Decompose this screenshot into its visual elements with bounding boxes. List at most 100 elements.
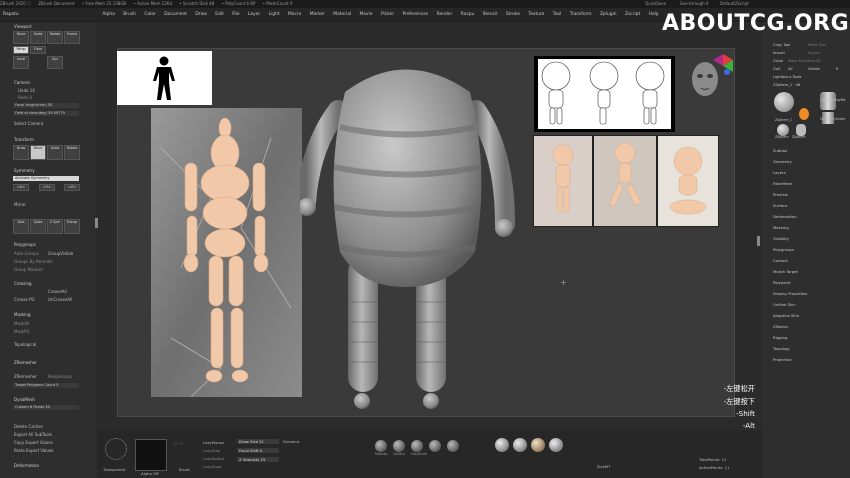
axis-gizmo[interactable]: [709, 52, 737, 78]
menu-subtool[interactable]: Subtool: [773, 148, 787, 153]
left-tray-scrollbar[interactable]: [95, 218, 98, 228]
material-sphere[interactable]: [447, 440, 459, 452]
menu-tool[interactable]: Tool: [553, 8, 562, 21]
menu-render[interactable]: Render: [437, 8, 453, 21]
menu-projection[interactable]: Projection: [773, 357, 792, 362]
section-transform[interactable]: Transform: [14, 137, 34, 142]
lazyradius-slider[interactable]: LazyRadius: [203, 456, 224, 461]
menu-topology[interactable]: Topology: [773, 346, 790, 351]
material-sphere[interactable]: [495, 438, 509, 452]
scale-button[interactable]: Scale: [30, 31, 46, 44]
menu-raspu[interactable]: Raspu: [461, 8, 475, 21]
menu-display-properties[interactable]: Display Properties: [773, 291, 807, 296]
transp-button[interactable]: Transp: [64, 219, 80, 234]
keep-groups-toggle[interactable]: KeepGroups: [48, 374, 72, 379]
focal-length-slider[interactable]: Focal length(mm) 50: [13, 103, 79, 108]
zsphere-thumb[interactable]: [774, 92, 794, 112]
menu-layer[interactable]: Layer: [248, 8, 260, 21]
all-button[interactable]: All: [788, 67, 792, 71]
section-zremesher[interactable]: ZRemesher: [14, 360, 37, 365]
section-deformation[interactable]: Deformation: [14, 463, 39, 468]
mask-pg-button[interactable]: MaskPG: [14, 329, 30, 334]
menu-color[interactable]: Color: [144, 8, 155, 21]
section-creasing[interactable]: Creasing: [14, 281, 32, 286]
group-visible-button[interactable]: GroupVisible: [48, 251, 73, 256]
uncrease-all-button[interactable]: UnCreaseAll: [48, 297, 72, 302]
menu-texture[interactable]: Texture: [528, 8, 544, 21]
undo-button[interactable]: Undo 14: [18, 88, 35, 93]
solo-button[interactable]: Solo: [13, 219, 29, 234]
menu-picker[interactable]: Picker: [381, 8, 394, 21]
z-intensity-slider[interactable]: Z Intensity 25: [237, 457, 279, 462]
group-masked-button[interactable]: Group Masked: [14, 267, 43, 272]
field-of-view-slider[interactable]: Field of view(deg) 39.59775: [13, 111, 79, 116]
lazymouse-toggle[interactable]: LazyMouse: [203, 440, 224, 445]
delete-caches-button[interactable]: Delete Caches: [14, 424, 43, 429]
alpha-thumbnail[interactable]: [135, 439, 167, 471]
section-symmetry[interactable]: Symmetry: [14, 168, 35, 173]
visible-button[interactable]: Visible: [808, 67, 820, 71]
mirror-button[interactable]: Mirror: [14, 202, 26, 207]
section-camera[interactable]: Camera: [14, 80, 30, 85]
menu-visibility[interactable]: Visibility: [773, 236, 789, 241]
section-viewport[interactable]: Viewport: [14, 24, 32, 29]
menu-stroke[interactable]: Stroke: [506, 8, 520, 21]
crease-all-button[interactable]: CreaseAll: [48, 289, 67, 294]
quicksave-button[interactable]: QuickSave: [645, 0, 666, 8]
transform-scale-button[interactable]: Scale: [47, 145, 63, 160]
material-sphere[interactable]: [531, 438, 545, 452]
right-tray-scrollbar[interactable]: [757, 236, 760, 246]
custom-points-slider[interactable]: Custom 6 Points 30: [13, 405, 79, 410]
left-menu-label[interactable]: Rapatu: [0, 8, 101, 21]
menu-surface[interactable]: Surface: [773, 203, 787, 208]
export-all-subtools-button[interactable]: Export All SubTools: [14, 432, 52, 437]
persp-button[interactable]: Persp: [13, 46, 29, 54]
menu-polypaint[interactable]: Polypaint: [773, 280, 790, 285]
lazysnap-slider[interactable]: LazySnap: [203, 464, 221, 469]
xsym-button[interactable]: X Sym: [47, 219, 63, 234]
menu-help[interactable]: Help: [649, 8, 659, 21]
paste-tool-button[interactable]: Paste Tool: [808, 43, 826, 47]
material-sphere[interactable]: [513, 438, 527, 452]
qube-button[interactable]: Qube: [30, 219, 46, 234]
menu-light[interactable]: Light: [269, 8, 280, 21]
r-button[interactable]: R: [836, 67, 839, 71]
sym-x-button[interactable]: >X<: [13, 184, 29, 191]
frame-button[interactable]: Frame: [64, 31, 80, 44]
menu-draw[interactable]: Draw: [195, 8, 206, 21]
paste-export-values-button[interactable]: Paste Export Values: [14, 448, 54, 453]
menu-geometry[interactable]: Geometry: [773, 159, 792, 164]
menu-transform[interactable]: Transform: [570, 8, 592, 21]
groups-by-normals-button[interactable]: Groups By Normals: [14, 259, 52, 264]
menu-morph-target[interactable]: Morph Target: [773, 269, 798, 274]
rotate-button[interactable]: Rotate: [47, 31, 63, 44]
lightbox-tools-button[interactable]: Lightbox ▸ Tools: [773, 75, 801, 79]
copy-tool-button[interactable]: Copy Tool: [773, 43, 790, 47]
xyz-button[interactable]: Xyz: [47, 56, 63, 69]
floor-button[interactable]: Floor: [30, 46, 46, 54]
menu-adaptive-skin[interactable]: Adaptive Skin: [773, 313, 799, 318]
local-button[interactable]: Local: [13, 56, 29, 69]
menu-brush[interactable]: Brush: [123, 8, 136, 21]
copy-export-values-button[interactable]: Copy Export Values: [14, 440, 53, 445]
clone-button[interactable]: Clone: [773, 59, 783, 63]
menu-zplugin[interactable]: Zplugin: [600, 8, 617, 21]
focal-shift-slider[interactable]: Focal Shift 0: [237, 448, 279, 453]
zremesher-button[interactable]: ZRemesher: [14, 374, 37, 379]
menu-fibermesh[interactable]: FiberMesh: [773, 181, 792, 186]
default-script-button[interactable]: Default2Script: [720, 0, 749, 8]
zsphere-armature-model[interactable]: [296, 52, 516, 412]
transparent-brush-icon[interactable]: [105, 438, 127, 460]
material-sphere[interactable]: [411, 440, 423, 452]
material-sphere[interactable]: [393, 440, 405, 452]
material-sphere[interactable]: [549, 438, 563, 452]
menu-polygroups[interactable]: Polygroups: [773, 247, 794, 252]
transform-rotate-button[interactable]: Rotate: [64, 145, 80, 160]
target-polygons-slider[interactable]: Target Polygons Count 5: [13, 383, 79, 388]
auto-groups-button[interactable]: Auto Groups: [14, 251, 39, 256]
import-button[interactable]: Import: [773, 51, 785, 55]
menu-preferences[interactable]: Preferences: [402, 8, 428, 21]
menu-movie[interactable]: Movie: [360, 8, 373, 21]
menu-material[interactable]: Material: [333, 8, 351, 21]
mask-all-button[interactable]: MaskAll: [14, 321, 29, 326]
